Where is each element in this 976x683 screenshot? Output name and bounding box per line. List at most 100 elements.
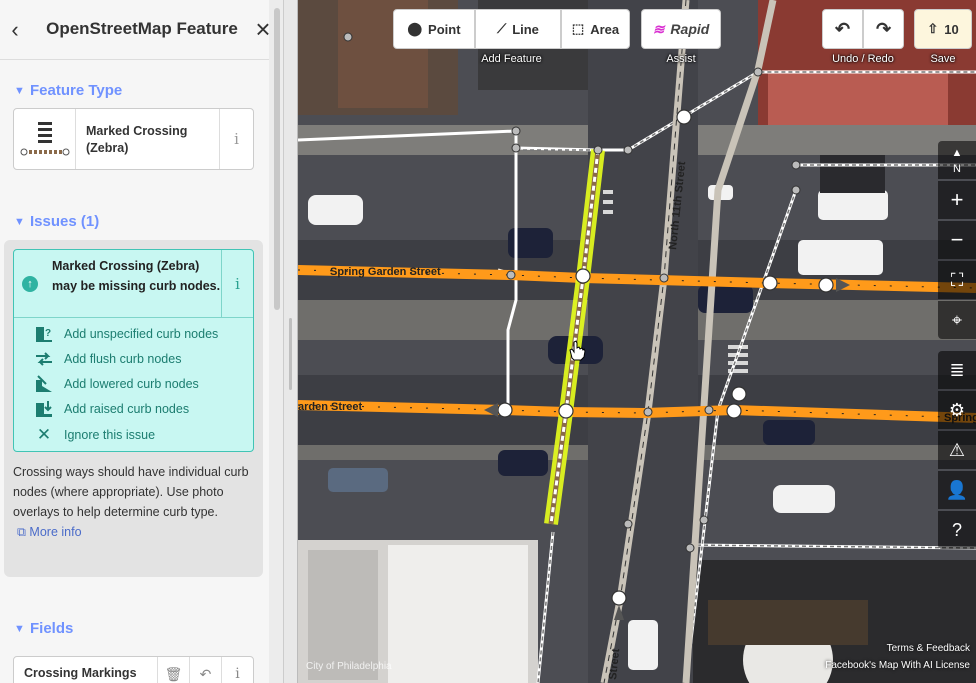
area-label: Area [590,21,620,37]
scrollbar-thumb[interactable] [274,8,280,310]
sidebar-header: ‹ OpenStreetMap Feature × [0,0,283,60]
undo-field-icon[interactable]: ↶ [189,657,221,683]
issues-pane-button[interactable]: ⚠ [938,431,976,469]
compass-button[interactable]: ▲ N [938,141,976,179]
save-count: 10 [944,21,959,37]
add-area-button[interactable]: ⬚ Area [561,9,630,49]
curb-unspecified-icon: ? [34,324,54,344]
point-marker-icon: ⬤ [407,21,423,36]
more-info-label: More info [29,525,82,539]
fix-add-lowered-curb[interactable]: Add lowered curb nodes [14,372,253,397]
help-pane-button[interactable]: ? [938,511,976,549]
issue-header[interactable]: ↑ Marked Crossing (Zebra) may be missing… [14,250,253,318]
save-label: Save [930,53,956,65]
fix-add-flush-curb[interactable]: Add flush curb nodes [14,347,253,372]
add-line-button[interactable]: ⟋ Line [475,9,561,49]
layers-icon: ≣ [949,360,965,380]
background-pane-button[interactable]: ≣ [938,351,976,389]
fix-label: Add lowered curb nodes [64,377,199,391]
area-icon: ⬚ [571,21,585,36]
trash-icon[interactable]: 🗑 [157,657,189,683]
sidebar-resizer[interactable] [284,0,298,683]
zoom-to-selection-button[interactable]: ⛶ [938,261,976,299]
rapid-logo-icon: ≋ [652,20,665,37]
sidebar-scrollbar[interactable] [269,0,283,683]
chevron-down-icon: ▼ [14,623,25,635]
curb-lowered-icon [34,374,54,394]
chevron-down-icon: ▼ [14,85,25,97]
issue-description: Crossing ways should have individual cur… [13,465,249,519]
fix-add-raised-curb[interactable]: Add raised curb nodes [14,397,253,422]
add-point-button[interactable]: ⬤ Point [393,9,475,49]
issue-card: ↑ Marked Crossing (Zebra) may be missing… [13,249,254,452]
svg-text:?: ? [45,328,51,339]
point-label: Point [428,21,461,37]
undo-redo-label: Undo / Redo [832,53,894,65]
user-settings-icon: 👤 [945,480,969,500]
issue-message: Marked Crossing (Zebra) may be missing c… [52,259,221,293]
close-icon: ✕ [36,425,52,444]
external-link-icon: ⧉ [17,525,26,539]
license-link[interactable]: Facebook's Map With AI License [825,660,970,671]
fix-label: Add flush curb nodes [64,352,182,366]
resizer-grip[interactable] [289,318,292,390]
feature-type-name: Marked Crossing (Zebra) [86,124,188,155]
fields-heading: Fields [30,620,74,637]
redo-button[interactable]: ↷ [863,9,904,49]
feature-type-section-toggle[interactable]: ▼ Feature Type [14,82,122,99]
map-data-pane-button[interactable]: ⚙ [938,391,976,429]
more-info-link[interactable]: ⧉ More info [17,525,82,540]
curb-raised-icon [34,399,54,419]
feature-type-selector[interactable]: Marked Crossing (Zebra) i [13,108,254,170]
fix-ignore-issue[interactable]: ✕ Ignore this issue [14,423,253,448]
chevron-down-icon: ▼ [14,216,25,228]
fix-label: Add raised curb nodes [64,402,190,416]
redo-icon: ↷ [875,18,892,39]
issues-heading: Issues (1) [30,213,100,230]
preferences-pane-button[interactable]: 👤 [938,471,976,509]
rapid-button[interactable]: ≋ Rapid [641,9,721,49]
zoom-out-button[interactable]: − [938,221,976,259]
undo-icon: ↶ [834,18,851,39]
crossing-markings-field: Crossing Markings 🗑 ↶ i [13,656,254,683]
crossing-preset-icon [14,109,76,169]
field-info-icon[interactable]: i [221,657,253,683]
arrow-up-icon: ↑ [22,276,38,292]
line-label: Line [512,21,539,37]
add-feature-label: Add Feature [481,53,542,65]
issues-section-toggle[interactable]: ▼ Issues (1) [14,213,99,230]
minus-icon: − [950,227,964,252]
geolocate-button[interactable]: ⌖ [938,301,976,339]
plus-icon: + [950,187,964,212]
upload-icon: ⇧ [927,21,939,36]
compass-letter: N [953,163,961,175]
zoom-in-button[interactable]: + [938,181,976,219]
feature-info-icon[interactable]: i [219,109,253,169]
map-canvas[interactable]: Spring Garden Street arden Street Spring… [298,0,976,683]
sidebar: ‹ OpenStreetMap Feature × ▼ Feature Type … [0,0,284,683]
map-data-icon: ⚙ [948,400,966,420]
crosshair-icon: ⌖ [951,310,963,330]
field-label: Crossing Markings [24,666,137,680]
fields-section-toggle[interactable]: ▼ Fields [14,620,73,637]
rapid-label: Rapid [670,21,710,37]
save-button[interactable]: ⇧ 10 [914,9,972,49]
imagery-credit: City of Philadelphia [306,661,392,672]
terms-feedback-link[interactable]: Terms & Feedback [887,643,970,654]
map-imagery: Spring Garden Street arden Street Spring… [298,0,976,683]
undo-button[interactable]: ↶ [822,9,863,49]
assist-label: Assist [666,53,696,65]
curb-flush-icon [34,349,54,369]
fix-label: Add unspecified curb nodes [64,327,219,341]
fix-add-unspecified-curb[interactable]: ? Add unspecified curb nodes [14,322,253,347]
street-label: arden Street [298,401,363,413]
street-label: Spring Garden Street [330,266,441,278]
help-icon: ? [951,520,962,540]
focus-frame-icon: ⛶ [950,270,964,290]
issue-info-icon[interactable]: i [221,250,253,318]
compass-icon: ▲ [951,147,963,159]
fix-label: Ignore this issue [64,428,156,442]
line-icon: ⟋ [497,21,507,36]
warning-icon: ⚠ [948,440,966,460]
sidebar-title: OpenStreetMap Feature [46,19,238,38]
